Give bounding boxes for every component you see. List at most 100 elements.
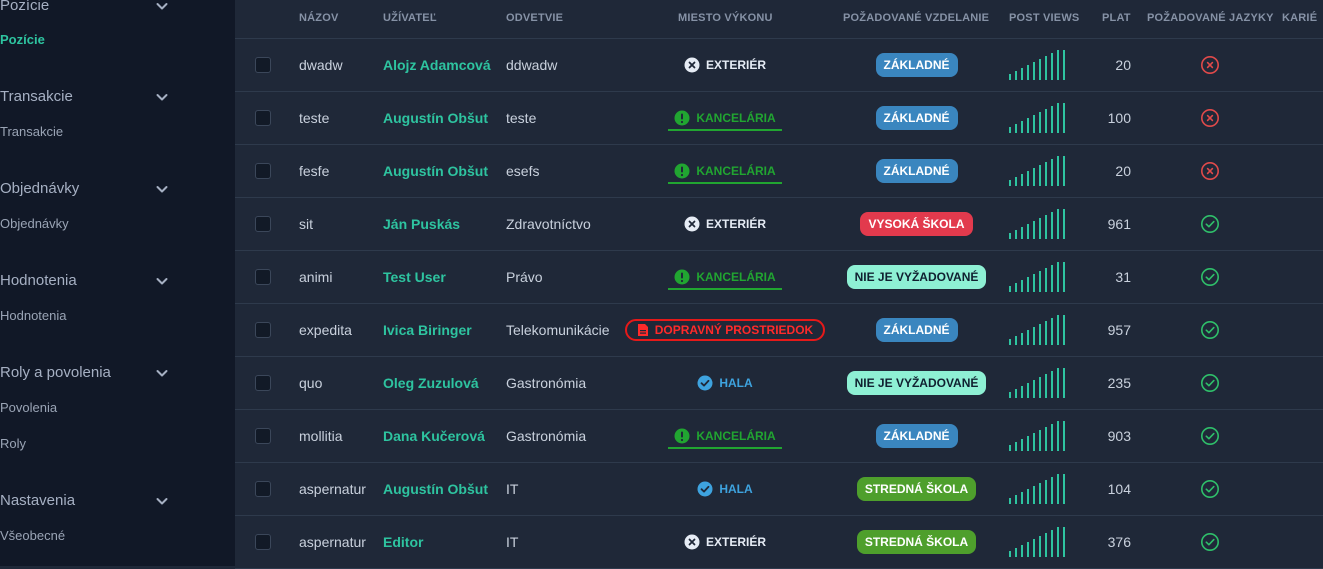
header-plat[interactable]: PLAT <box>1102 12 1131 24</box>
location-label: EXTERIÉR <box>705 217 766 231</box>
user-link[interactable]: Augustín Obšut <box>383 163 488 179</box>
sidebar-item[interactable]: Roly <box>0 434 26 454</box>
row-checkbox[interactable] <box>255 428 271 444</box>
name-cell: sit <box>299 198 313 250</box>
row-checkbox[interactable] <box>255 322 271 338</box>
sidebar-item[interactable]: Hodnotenia <box>0 306 67 326</box>
sidebar-item[interactable]: Transakcie <box>0 122 63 142</box>
salary-value: 31 <box>1115 269 1131 285</box>
sparkline-bar <box>1015 495 1017 504</box>
sparkline-bar <box>1063 156 1065 186</box>
education-badge: NIE JE VYŽADOVANÉ <box>846 371 987 395</box>
header-miesto-vykonu[interactable]: MIESTO VÝKONU <box>678 12 773 24</box>
sparkline-bar <box>1051 265 1053 292</box>
row-checkbox[interactable] <box>255 57 271 73</box>
sidebar-item[interactable]: Všeobecné <box>0 526 65 546</box>
user-link[interactable]: Dana Kučerová <box>383 428 485 444</box>
sparkline-bar <box>1045 427 1047 451</box>
table-row[interactable]: quo Oleg Zuzulová Gastronómia HALA NIE JE VY… <box>235 357 1323 410</box>
row-checkbox[interactable] <box>255 110 271 126</box>
sparkline-bar <box>1039 271 1041 292</box>
sidebar-group-4[interactable]: Roly a povolenia <box>0 359 235 387</box>
salary-cell: 100 <box>1081 92 1131 144</box>
location-cell: EXTERIÉR <box>625 198 825 250</box>
sector-cell: Právo <box>506 251 543 303</box>
education-cell: ZÁKLADNÉ <box>835 304 998 356</box>
table-row[interactable]: teste Augustín Obšut teste KANCELÁRIA ZÁKLAD… <box>235 92 1323 145</box>
sparkline-bar <box>1033 168 1035 186</box>
sidebar-group-5[interactable]: Nastavenia <box>0 487 235 515</box>
row-select-cell <box>255 251 271 303</box>
table-row[interactable]: dwadw Alojz Adamcová ddwadw EXTERIÉR ZÁKLADN… <box>235 39 1323 92</box>
user-link[interactable]: Oleg Zuzulová <box>383 375 479 391</box>
education-badge: ZÁKLADNÉ <box>875 159 958 183</box>
row-checkbox[interactable] <box>255 481 271 497</box>
table-row[interactable]: fesfe Augustín Obšut esefs KANCELÁRIA ZÁKLAD… <box>235 145 1323 198</box>
user-link[interactable]: Editor <box>383 534 423 550</box>
sparkline-bar <box>1057 103 1059 133</box>
table-row[interactable]: mollitia Dana Kučerová Gastronómia KANCELÁR… <box>235 410 1323 463</box>
sparkline-bar <box>1063 315 1065 345</box>
sparkline-bar <box>1051 159 1053 186</box>
education-cell: ZÁKLADNÉ <box>835 145 998 197</box>
salary-cell: 957 <box>1081 304 1131 356</box>
user-link[interactable]: Ján Puskás <box>383 216 460 232</box>
header-post-views[interactable]: POST VIEWS <box>1009 12 1079 24</box>
row-checkbox[interactable] <box>255 216 271 232</box>
user-cell: Oleg Zuzulová <box>383 357 479 409</box>
row-checkbox[interactable] <box>255 163 271 179</box>
languages-cell <box>1200 463 1220 515</box>
sparkline-bar <box>1027 542 1029 557</box>
sidebar-group-3[interactable]: Hodnotenia <box>0 267 235 295</box>
chevron-down-icon[interactable] <box>154 181 170 197</box>
header-odvetvie[interactable]: ODVETVIE <box>506 12 563 24</box>
table-row[interactable]: sit Ján Puskás Zdravotníctvo EXTERIÉR VYSOKÁ… <box>235 198 1323 251</box>
row-checkbox[interactable] <box>255 375 271 391</box>
chevron-down-icon[interactable] <box>154 365 170 381</box>
sidebar-item[interactable]: Pozície <box>0 30 45 50</box>
header-vzdelanie[interactable]: POŽADOVANÉ VZDELANIE <box>843 12 989 24</box>
row-select-cell <box>255 304 271 356</box>
location-badge: KANCELÁRIA <box>668 163 782 184</box>
sidebar-item[interactable]: Povolenia <box>0 398 57 418</box>
user-link[interactable]: Augustín Obšut <box>383 481 488 497</box>
user-link[interactable]: Alojz Adamcová <box>383 57 491 73</box>
chevron-down-icon[interactable] <box>154 273 170 289</box>
user-link[interactable]: Test User <box>383 269 446 285</box>
location-label: KANCELÁRIA <box>696 270 776 284</box>
sidebar-group-0[interactable]: Pozície <box>0 0 235 20</box>
languages-cell <box>1200 304 1220 356</box>
user-link[interactable]: Augustín Obšut <box>383 110 488 126</box>
sidebar-group-2[interactable]: Objednávky <box>0 175 235 203</box>
sparkline-bar <box>1021 333 1023 345</box>
chevron-down-icon[interactable] <box>154 493 170 509</box>
sidebar-group-1[interactable]: Transakcie <box>0 83 235 111</box>
table-row[interactable]: animi Test User Právo KANCELÁRIA NIE JE VYŽA… <box>235 251 1323 304</box>
sparkline-bar <box>1027 436 1029 451</box>
sidebar-item[interactable]: Objednávky <box>0 214 69 234</box>
row-checkbox[interactable] <box>255 269 271 285</box>
position-name: fesfe <box>299 163 330 179</box>
sparkline-bar <box>1021 121 1023 133</box>
location-label: EXTERIÉR <box>705 58 766 72</box>
table-row[interactable]: aspernatur Augustín Obšut IT HALA STREDNÁ ŠK… <box>235 463 1323 516</box>
table-header-row: NÁZOV UŽÍVATEĽ ODVETVIE MIESTO VÝKONU PO… <box>235 0 1323 39</box>
header-jazyky[interactable]: POŽADOVANÉ JAZYKY <box>1147 12 1274 24</box>
sparkline-bar <box>1027 118 1029 133</box>
sparkline-bar <box>1033 274 1035 292</box>
sidebar-group-label: Nastavenia <box>0 492 76 509</box>
sparkline-bar <box>1021 439 1023 451</box>
name-cell: teste <box>299 92 329 144</box>
header-nazov[interactable]: NÁZOV <box>299 12 339 24</box>
table-row[interactable]: aspernatur Editor IT EXTERIÉR STREDNÁ ŠKOLA 3… <box>235 516 1323 569</box>
sparkline-bar <box>1045 215 1047 239</box>
row-checkbox[interactable] <box>255 534 271 550</box>
user-link[interactable]: Ivica Biringer <box>383 322 472 338</box>
exclamation-icon <box>674 110 690 126</box>
chevron-down-icon[interactable] <box>154 89 170 105</box>
header-uzivatel[interactable]: UŽÍVATEĽ <box>383 12 437 24</box>
header-kariera[interactable]: KARIÉ <box>1282 12 1317 24</box>
location-label: HALA <box>719 482 753 496</box>
table-row[interactable]: expedita Ivica Biringer Telekomunikácie DOP… <box>235 304 1323 357</box>
chevron-down-icon[interactable] <box>154 0 170 14</box>
